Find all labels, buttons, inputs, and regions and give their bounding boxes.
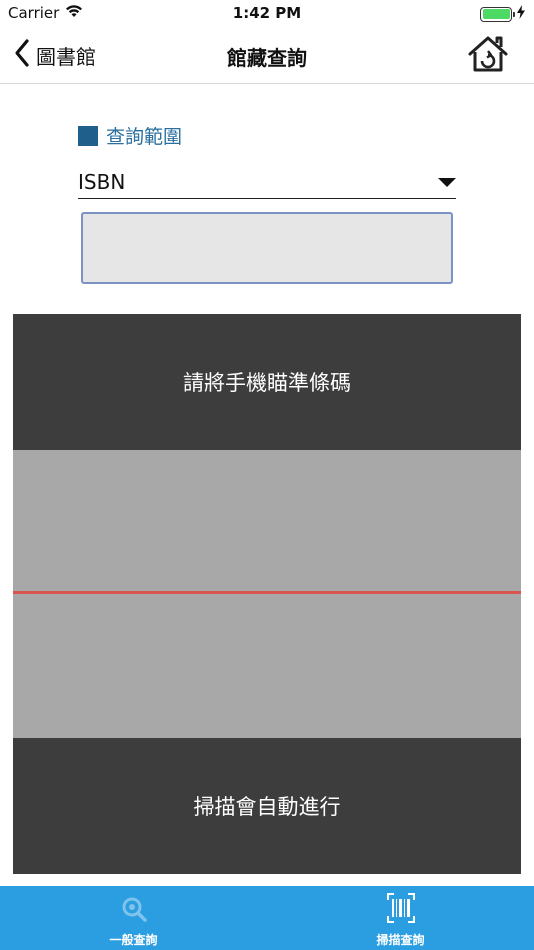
scope-select-value: ISBN	[78, 170, 126, 194]
tab-bar: 一般查詢 掃描查詢	[0, 886, 534, 950]
caret-down-icon	[438, 178, 456, 187]
scan-area	[13, 450, 521, 738]
scanner-bottom-text: 掃描會自動進行	[193, 795, 341, 819]
status-right	[480, 5, 526, 23]
square-bullet-icon	[78, 125, 98, 146]
tab-general-search[interactable]: 一般查詢	[0, 886, 267, 950]
scope-label: 查詢範圍	[78, 122, 182, 149]
tab-general-search-label: 一般查詢	[109, 933, 158, 947]
magnifier-icon	[120, 895, 148, 927]
status-bar: Carrier 1:42 PM	[0, 0, 534, 28]
charging-icon	[516, 5, 526, 23]
scan-line	[13, 591, 521, 594]
scanner-instruction-bottom: 掃描會自動進行	[13, 738, 521, 874]
home-icon	[466, 36, 510, 78]
barcode-scan-icon	[386, 893, 415, 927]
battery-tip	[513, 11, 515, 17]
tab-scan-search-label: 掃描查詢	[376, 933, 425, 947]
home-button[interactable]	[466, 34, 510, 74]
barcode-scanner-view: 請將手機瞄準條碼 掃描會自動進行	[13, 314, 521, 874]
scanner-instruction-top: 請將手機瞄準條碼	[13, 314, 521, 450]
page-title: 館藏查詢	[227, 46, 307, 70]
scope-label-text: 查詢範圍	[106, 126, 183, 148]
battery-icon	[480, 6, 515, 22]
tab-scan-search[interactable]: 掃描查詢	[267, 886, 534, 950]
scanner-top-text: 請將手機瞄準條碼	[183, 371, 351, 395]
search-input[interactable]	[81, 212, 453, 284]
status-time: 1:42 PM	[232, 4, 302, 22]
scope-select[interactable]: ISBN	[78, 166, 456, 199]
nav-bar: 圖書館 館藏查詢	[0, 28, 534, 84]
battery-level	[482, 9, 510, 19]
